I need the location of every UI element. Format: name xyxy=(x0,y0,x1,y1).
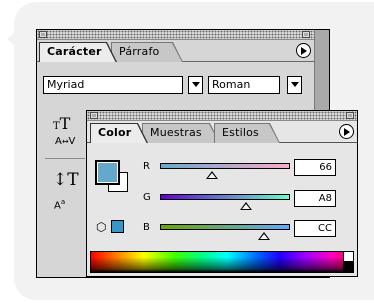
black-swatch[interactable] xyxy=(343,262,353,272)
baseline-shift-icon[interactable]: Aa xyxy=(54,198,65,211)
color-panel: Color Muestras Estilos ⬡ R 66 G A8 B CC xyxy=(86,110,358,277)
green-label: G xyxy=(143,192,151,203)
tab-muestras[interactable]: Muestras xyxy=(142,123,220,143)
character-title-bar[interactable] xyxy=(37,30,314,40)
color-title-bar[interactable] xyxy=(87,111,357,121)
tab-caracter[interactable]: Carácter xyxy=(39,42,117,62)
tab-color[interactable]: Color xyxy=(90,123,148,143)
character-menu-icon[interactable] xyxy=(296,43,311,58)
callout-notch xyxy=(7,32,15,46)
green-slider[interactable] xyxy=(160,194,290,200)
red-label: R xyxy=(143,161,150,172)
font-style-field[interactable]: Roman xyxy=(208,76,280,94)
color-menu-icon[interactable] xyxy=(339,124,354,139)
red-slider[interactable] xyxy=(160,163,290,169)
color-spectrum-bar[interactable] xyxy=(90,251,354,273)
red-slider-thumb[interactable] xyxy=(206,171,218,179)
white-swatch[interactable] xyxy=(343,252,353,262)
red-value-input[interactable]: 66 xyxy=(294,159,336,176)
close-box-icon[interactable] xyxy=(90,112,98,119)
vertical-scale-icon[interactable]: ↕T xyxy=(53,170,79,190)
tab-estilos[interactable]: Estilos xyxy=(214,123,280,143)
font-size-icon[interactable]: TT xyxy=(53,114,70,133)
tracking-icon[interactable]: A↔V xyxy=(55,136,75,147)
cube-icon[interactable]: ⬡ xyxy=(96,221,106,233)
blue-label: B xyxy=(143,222,150,233)
fill-swatch[interactable] xyxy=(95,160,120,185)
divider xyxy=(45,158,85,159)
font-family-field[interactable]: Myriad xyxy=(43,76,183,94)
color-tab-row: Color Muestras Estilos xyxy=(87,123,357,143)
font-style-dropdown[interactable] xyxy=(287,76,302,94)
blue-slider-thumb[interactable] xyxy=(258,232,270,240)
close-box-icon[interactable] xyxy=(39,31,47,38)
zoom-box-icon[interactable] xyxy=(302,31,310,38)
green-value-input[interactable]: A8 xyxy=(294,190,336,207)
blue-slider[interactable] xyxy=(160,224,290,230)
zoom-box-icon[interactable] xyxy=(346,112,354,119)
blue-value-input[interactable]: CC xyxy=(294,220,336,237)
character-tab-row: Carácter Párrafo xyxy=(37,42,314,62)
tab-parrafo[interactable]: Párrafo xyxy=(111,42,183,62)
gamut-swatch-icon[interactable] xyxy=(111,220,124,233)
font-family-dropdown[interactable] xyxy=(188,76,203,94)
green-slider-thumb[interactable] xyxy=(239,202,252,210)
